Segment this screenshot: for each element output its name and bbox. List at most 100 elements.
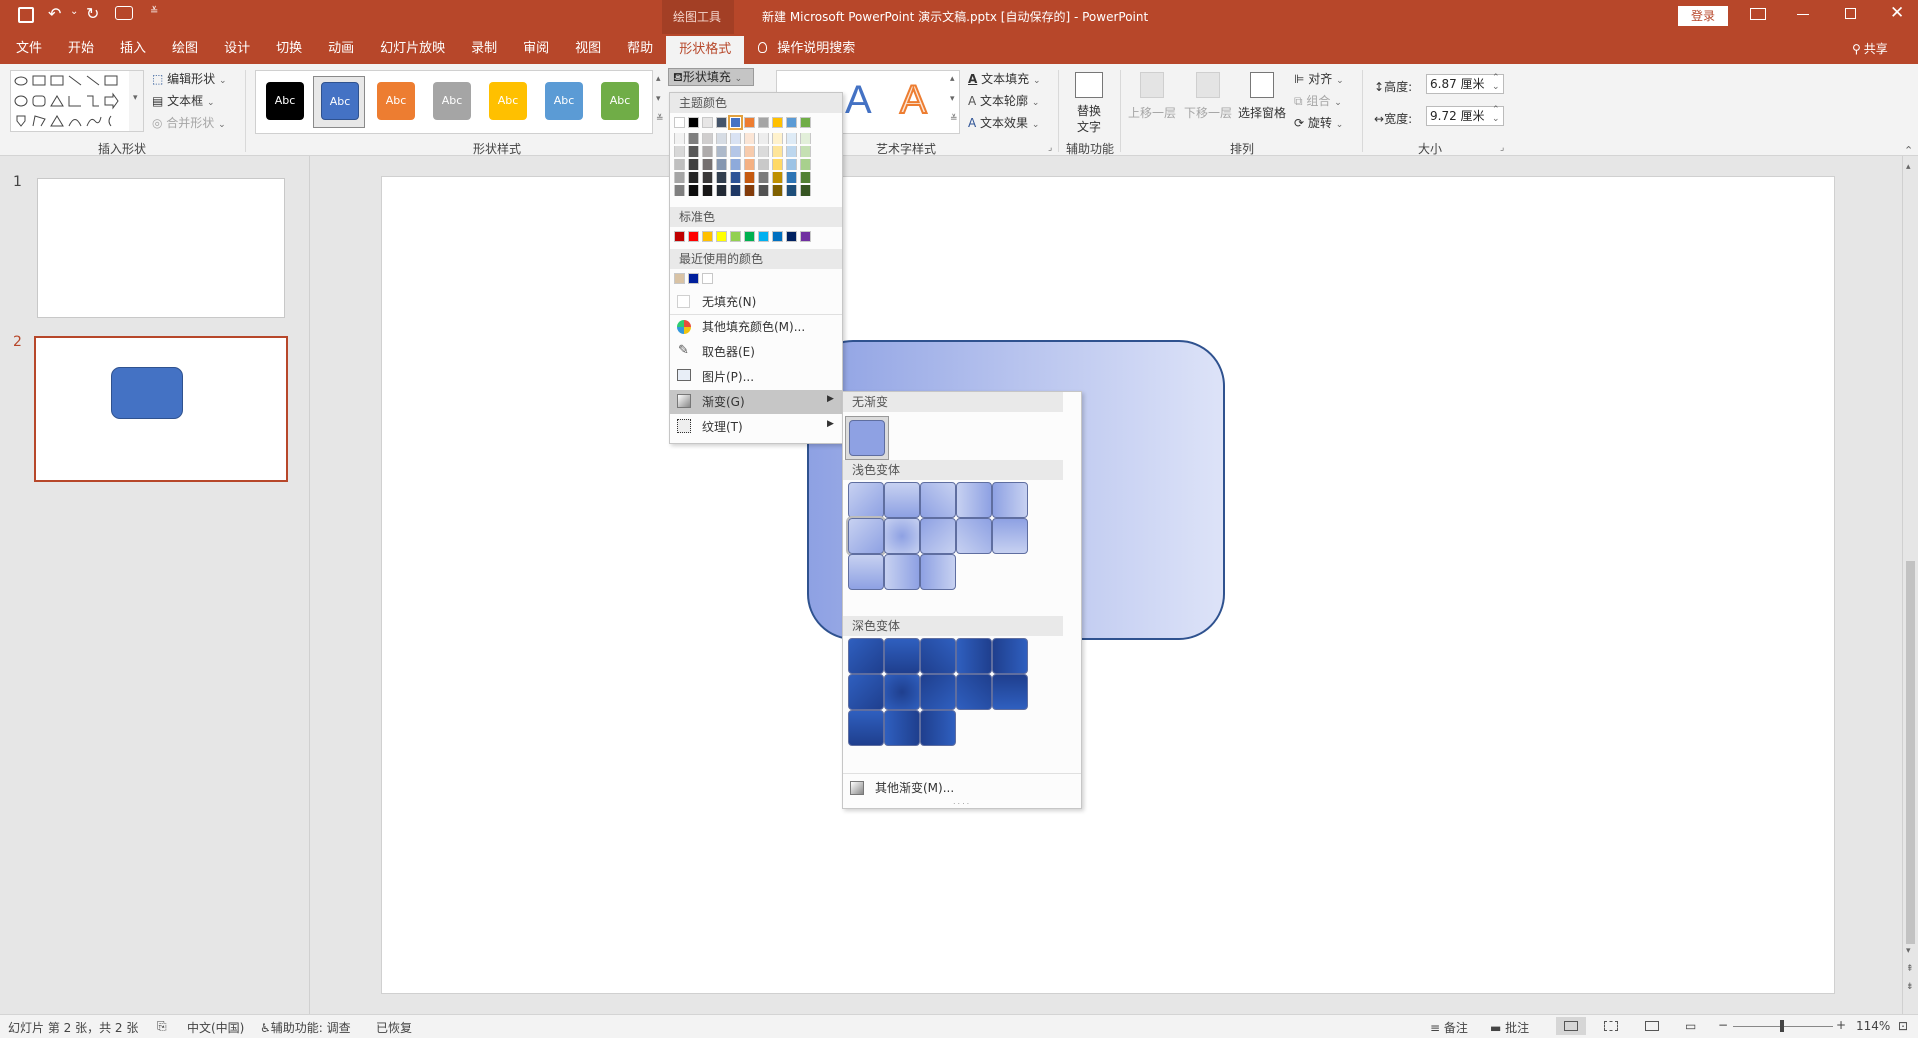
zoom-slider-thumb[interactable]	[1780, 1020, 1784, 1032]
tab-slideshow[interactable]: 幻灯片放映	[367, 34, 458, 64]
dark-gradient-swatch[interactable]	[920, 674, 956, 710]
theme-shade-swatch[interactable]	[758, 159, 769, 170]
theme-shade-swatch[interactable]	[744, 146, 755, 157]
theme-color-swatch[interactable]	[688, 117, 699, 128]
tab-shape-format[interactable]: 形状格式	[666, 36, 745, 64]
standard-color-swatch[interactable]	[702, 231, 713, 242]
recent-color-swatch[interactable]	[702, 273, 713, 284]
edit-shape-button[interactable]: ⬚ 编辑形状 ⌄	[152, 70, 227, 87]
no-fill-item[interactable]: 无填充(N)	[670, 290, 842, 314]
eyedropper-item[interactable]: 取色器(E)	[670, 340, 842, 364]
minimize-icon[interactable]	[1797, 14, 1809, 15]
wordart-scroll-up-icon[interactable]: ▴	[950, 74, 955, 84]
dark-gradient-swatch[interactable]	[920, 710, 956, 746]
standard-color-swatch[interactable]	[716, 231, 727, 242]
theme-shade-swatch[interactable]	[674, 133, 685, 144]
presenter-icon[interactable]	[115, 6, 133, 20]
theme-color-swatch[interactable]	[744, 117, 755, 128]
light-gradient-swatch[interactable]	[920, 518, 956, 554]
standard-color-swatch[interactable]	[744, 231, 755, 242]
zoom-level[interactable]: 114%	[1856, 1019, 1890, 1033]
standard-color-swatch[interactable]	[772, 231, 783, 242]
zoom-out-icon[interactable]: −	[1718, 1018, 1728, 1032]
tab-file[interactable]: 文件	[0, 34, 55, 64]
theme-shade-swatch[interactable]	[730, 146, 741, 157]
style-preset-7[interactable]: Abc	[601, 82, 639, 120]
theme-shade-swatch[interactable]	[716, 185, 727, 196]
width-spinner-icon[interactable]: ⌃ ⌄	[1492, 106, 1500, 124]
scroll-up-icon[interactable]: ▴	[1906, 162, 1911, 172]
bring-forward-button[interactable]: 上移一层	[1128, 104, 1176, 121]
alt-text-icon[interactable]	[1075, 72, 1103, 98]
theme-shade-swatch[interactable]	[674, 146, 685, 157]
gallery-expand-icon[interactable]: ≚	[656, 114, 664, 124]
light-gradient-swatch[interactable]	[956, 518, 992, 554]
share-button[interactable]: ⚲ 共享	[1852, 40, 1888, 57]
theme-shade-swatch[interactable]	[674, 172, 685, 183]
save-icon[interactable]	[18, 7, 34, 23]
theme-shade-swatch[interactable]	[744, 159, 755, 170]
align-button[interactable]: ⊫ 对齐 ⌄	[1294, 70, 1344, 87]
theme-shade-swatch[interactable]	[786, 185, 797, 196]
theme-shade-swatch[interactable]	[730, 172, 741, 183]
standard-color-swatch[interactable]	[688, 231, 699, 242]
theme-shade-swatch[interactable]	[702, 159, 713, 170]
standard-color-swatch[interactable]	[786, 231, 797, 242]
theme-shade-swatch[interactable]	[744, 172, 755, 183]
theme-shade-swatch[interactable]	[702, 146, 713, 157]
theme-shade-swatch[interactable]	[786, 159, 797, 170]
scroll-thumb[interactable]	[1906, 561, 1915, 944]
wordart-scroll-down-icon[interactable]: ▾	[950, 94, 955, 104]
scroll-down-icon[interactable]: ▾	[1906, 946, 1911, 956]
previous-slide-icon[interactable]: ⇞	[1906, 964, 1914, 974]
theme-shade-swatch[interactable]	[772, 185, 783, 196]
login-button[interactable]: 登录	[1678, 6, 1728, 26]
selection-pane-button[interactable]: 选择窗格	[1238, 104, 1286, 121]
slide-thumbnail-2[interactable]	[34, 336, 288, 482]
resize-grip-icon[interactable]: ....	[953, 797, 971, 806]
theme-color-swatch[interactable]	[702, 117, 713, 128]
standard-color-swatch[interactable]	[730, 231, 741, 242]
theme-shade-swatch[interactable]	[772, 159, 783, 170]
wordart-style-blue[interactable]: A	[845, 78, 872, 123]
theme-shade-swatch[interactable]	[730, 185, 741, 196]
shapes-more-icon[interactable]: ▾	[133, 93, 138, 103]
tab-transitions[interactable]: 切换	[263, 34, 315, 64]
height-spinner-icon[interactable]: ⌃ ⌄	[1492, 74, 1500, 92]
theme-shade-swatch[interactable]	[772, 133, 783, 144]
theme-shade-swatch[interactable]	[800, 185, 811, 196]
theme-color-swatch[interactable]	[728, 115, 743, 130]
light-gradient-swatch[interactable]	[884, 554, 920, 590]
style-preset-4[interactable]: Abc	[433, 82, 471, 120]
rotate-button[interactable]: ⟳ 旋转 ⌄	[1294, 114, 1343, 131]
theme-shade-swatch[interactable]	[702, 172, 713, 183]
standard-color-swatch[interactable]	[800, 231, 811, 242]
dark-gradient-swatch[interactable]	[920, 638, 956, 674]
theme-shade-swatch[interactable]	[716, 172, 727, 183]
theme-shade-swatch[interactable]	[702, 133, 713, 144]
theme-shade-swatch[interactable]	[688, 159, 699, 170]
picture-item[interactable]: 图片(P)...	[670, 365, 842, 389]
dark-gradient-swatch[interactable]	[884, 674, 920, 710]
dark-gradient-swatch[interactable]	[956, 638, 992, 674]
recent-color-swatch[interactable]	[674, 273, 685, 284]
theme-shade-swatch[interactable]	[772, 146, 783, 157]
texture-item[interactable]: 纹理(T)	[670, 415, 842, 439]
light-gradient-swatch[interactable]	[848, 554, 884, 590]
gradient-item[interactable]: 渐变(G)	[670, 390, 842, 414]
theme-color-swatch[interactable]	[758, 117, 769, 128]
redo-icon[interactable]: ↻	[86, 4, 99, 23]
theme-shade-swatch[interactable]	[688, 146, 699, 157]
send-backward-button[interactable]: 下移一层	[1184, 104, 1232, 121]
light-gradient-swatch[interactable]	[884, 482, 920, 518]
comments-button[interactable]: ▬ 批注	[1490, 1019, 1529, 1036]
no-gradient-swatch[interactable]	[849, 420, 885, 456]
slideshow-icon[interactable]: ▭	[1685, 1019, 1696, 1033]
theme-shade-swatch[interactable]	[730, 133, 741, 144]
normal-view-button[interactable]	[1556, 1017, 1586, 1035]
ribbon-display-icon[interactable]	[1750, 8, 1766, 20]
theme-shade-swatch[interactable]	[800, 159, 811, 170]
shapes-gallery[interactable]: ▾	[10, 70, 144, 132]
light-gradient-swatch[interactable]	[920, 554, 956, 590]
size-dialog-launcher-icon[interactable]: ⌟	[1500, 143, 1504, 153]
